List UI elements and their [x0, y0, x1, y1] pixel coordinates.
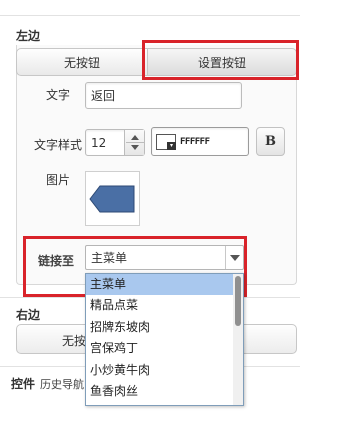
scrollbar-thumb[interactable] [235, 276, 241, 326]
set-button-segment[interactable]: 设置按钮 [147, 48, 297, 76]
dropdown-option-main-menu[interactable]: 主菜单 [86, 274, 243, 296]
controls-label: 控件 [11, 377, 36, 391]
chevron-down-icon [229, 254, 240, 261]
top-divider [0, 15, 300, 16]
text-style-label: 文字样式 [33, 138, 82, 152]
history-nav-label: 历史导航 [40, 378, 84, 391]
font-size-stepper[interactable] [124, 130, 144, 155]
dropdown-option-stir-fried-beef[interactable]: 小炒黄牛肉 [86, 360, 243, 381]
link-options-dropdown[interactable]: 主菜单 精品点菜 招牌东坡肉 宫保鸡丁 小炒黄牛肉 鱼香肉丝 [85, 273, 244, 406]
dropdown-options: 主菜单 精品点菜 招牌东坡肉 宫保鸡丁 小炒黄牛肉 鱼香肉丝 [86, 274, 243, 402]
image-label: 图片 [45, 173, 70, 187]
left-section-title: 左边 [16, 29, 41, 43]
no-button-segment[interactable]: 无按钮 [16, 48, 148, 76]
dropdown-option-dongpo-pork[interactable]: 招牌东坡肉 [86, 317, 243, 338]
swatch-dropdown-icon: ▾ [167, 141, 176, 150]
right-no-button-segment[interactable]: 无按 [62, 332, 86, 349]
color-hex-value: FFFFFF [180, 136, 210, 147]
text-input[interactable]: 返回 [85, 82, 242, 109]
link-selected-value: 主菜单 [91, 251, 128, 265]
dropdown-option-yuxiang-pork[interactable]: 鱼香肉丝 [86, 381, 243, 402]
select-dropdown-arrow[interactable] [225, 246, 243, 269]
link-label: 链接至 [37, 254, 74, 268]
color-swatch[interactable]: ▾ [156, 133, 176, 150]
text-input-value: 返回 [91, 89, 116, 103]
link-target-select[interactable]: 主菜单 [85, 245, 244, 270]
stepper-arrows-icon [126, 135, 144, 150]
dropdown-option-featured-dishes[interactable]: 精品点菜 [86, 295, 243, 316]
font-size-input[interactable]: 12 [85, 129, 145, 156]
image-preview[interactable] [85, 171, 140, 226]
dropdown-scrollbar[interactable] [233, 274, 243, 405]
back-button-shape-icon [89, 185, 135, 213]
dropdown-option-kung-pao-chicken[interactable]: 宫保鸡丁 [86, 338, 243, 359]
text-label: 文字 [45, 88, 70, 102]
font-size-value: 12 [91, 135, 107, 150]
bold-button[interactable]: B [256, 127, 285, 156]
color-picker[interactable]: ▾ FFFFFF [151, 127, 249, 156]
right-section-title: 右边 [16, 308, 41, 322]
